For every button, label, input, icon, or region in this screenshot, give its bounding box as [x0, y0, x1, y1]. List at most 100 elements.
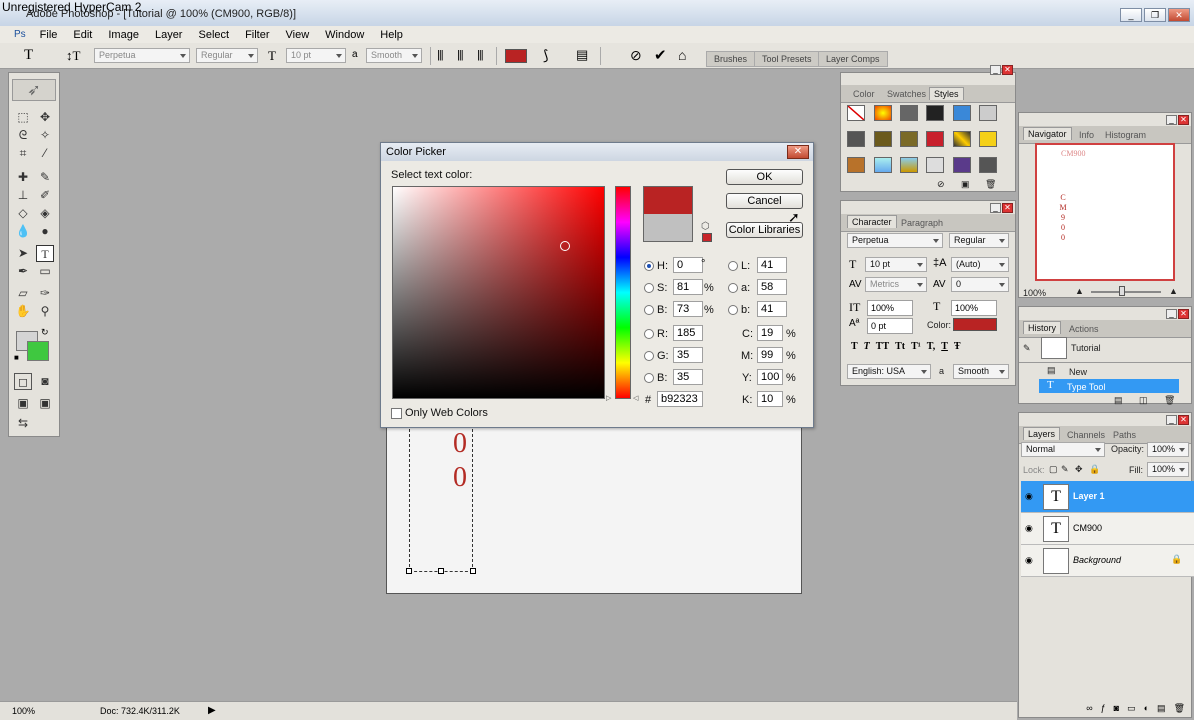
- tab-histogram[interactable]: Histogram: [1101, 129, 1150, 141]
- hue-input[interactable]: 0: [673, 257, 703, 273]
- tab-paragraph[interactable]: Paragraph: [897, 217, 947, 229]
- layer-row[interactable]: ◉ T Layer 1: [1021, 481, 1194, 513]
- zoom-slider-thumb[interactable]: [1119, 286, 1125, 296]
- cyan-input[interactable]: 19: [757, 325, 783, 341]
- menu-image[interactable]: Image: [100, 29, 147, 41]
- document-canvas[interactable]: 0 0: [386, 400, 802, 594]
- eraser-tool-icon[interactable]: ◇: [14, 205, 32, 222]
- new-doc-from-state-icon[interactable]: ▤: [1114, 395, 1123, 406]
- style-swatch[interactable]: [979, 157, 997, 173]
- black-input[interactable]: 10: [757, 391, 783, 407]
- lock-position-icon[interactable]: ✥: [1075, 464, 1083, 475]
- blend-mode-select[interactable]: Normal: [1021, 442, 1105, 457]
- tab-actions[interactable]: Actions: [1065, 323, 1103, 335]
- font-family-select[interactable]: Perpetua: [94, 48, 190, 63]
- web-safe-swatch[interactable]: [702, 233, 712, 242]
- well-tab-tool-presets[interactable]: Tool Presets: [754, 51, 820, 67]
- hue-slider[interactable]: [615, 186, 631, 399]
- style-swatch[interactable]: [874, 131, 892, 147]
- lock-image-icon[interactable]: ✎: [1061, 464, 1069, 475]
- tab-swatches[interactable]: Swatches: [883, 88, 930, 100]
- standard-mode-icon[interactable]: ◻: [14, 373, 32, 390]
- zoom-out-icon[interactable]: ▲: [1075, 286, 1084, 296]
- underline-button[interactable]: T: [941, 341, 948, 352]
- char-font-select[interactable]: Perpetua: [847, 233, 943, 248]
- layer-mask-icon[interactable]: ◙: [1114, 703, 1119, 717]
- style-swatch[interactable]: [953, 157, 971, 173]
- style-swatch[interactable]: [900, 131, 918, 147]
- path-selection-tool-icon[interactable]: ➤: [14, 245, 32, 262]
- panel-close-icon[interactable]: ✕: [1178, 309, 1189, 319]
- green-radio[interactable]: [644, 351, 654, 361]
- orientation-toggle-icon[interactable]: ↕T: [66, 48, 80, 64]
- faux-bold-button[interactable]: T: [851, 341, 858, 352]
- blue-radio[interactable]: [644, 373, 654, 383]
- lock-transparency-icon[interactable]: ▢: [1049, 464, 1058, 475]
- bbox-handle[interactable]: [406, 568, 412, 574]
- char-aa-select[interactable]: Smooth: [953, 364, 1009, 379]
- antialias-select[interactable]: Smooth: [366, 48, 422, 63]
- warp-text-icon[interactable]: ⟆: [543, 47, 548, 64]
- green-input[interactable]: 35: [673, 347, 703, 363]
- current-color-preview[interactable]: [643, 214, 693, 242]
- crop-tool-icon[interactable]: ⌗: [14, 145, 32, 162]
- char-baseline-input[interactable]: 0 pt: [867, 318, 913, 334]
- char-leading-select[interactable]: (Auto): [951, 257, 1009, 272]
- tab-history[interactable]: History: [1023, 321, 1062, 334]
- palettes-toggle-icon[interactable]: ▤: [576, 47, 588, 63]
- new-layer-icon[interactable]: ▤: [1157, 703, 1166, 717]
- layer-row[interactable]: ◉ T CM900: [1021, 513, 1194, 545]
- lock-all-icon[interactable]: 🔒: [1089, 464, 1100, 475]
- delete-state-icon[interactable]: 🗑: [1164, 395, 1175, 406]
- menu-filter[interactable]: Filter: [237, 29, 277, 41]
- history-snapshot[interactable]: Tutorial: [1071, 343, 1101, 353]
- style-swatch[interactable]: [979, 105, 997, 121]
- strikethrough-button[interactable]: Ŧ: [954, 341, 961, 352]
- lab-l-input[interactable]: 41: [757, 257, 787, 273]
- layer-name[interactable]: Layer 1: [1073, 491, 1105, 501]
- navigator-preview[interactable]: CM900 CM900: [1035, 143, 1175, 281]
- lab-a-radio[interactable]: [728, 283, 738, 293]
- tab-character[interactable]: Character: [847, 215, 897, 228]
- new-style-icon[interactable]: ▣: [961, 179, 970, 190]
- history-item-selected[interactable]: [1039, 379, 1179, 393]
- commit-edit-icon[interactable]: ✔: [654, 46, 667, 64]
- link-layers-icon[interactable]: ∞: [1086, 703, 1092, 717]
- red-input[interactable]: 185: [673, 325, 703, 341]
- faux-italic-button[interactable]: T: [864, 341, 870, 352]
- char-hscale-input[interactable]: 100%: [951, 300, 997, 316]
- style-swatch[interactable]: [900, 157, 918, 173]
- superscript-button[interactable]: T¹: [911, 341, 921, 352]
- char-vscale-input[interactable]: 100%: [867, 300, 913, 316]
- eyedropper-tool-icon[interactable]: ✑: [36, 285, 54, 302]
- file-browser-icon[interactable]: ⌂: [678, 47, 686, 63]
- style-swatch[interactable]: [874, 157, 892, 173]
- new-group-icon[interactable]: ▭: [1127, 703, 1136, 717]
- panel-close-icon[interactable]: ✕: [1178, 415, 1189, 425]
- panel-minimize-icon[interactable]: _: [990, 65, 1001, 75]
- text-color-swatch[interactable]: [505, 49, 527, 63]
- font-style-select[interactable]: Regular: [196, 48, 258, 63]
- magenta-input[interactable]: 99: [757, 347, 783, 363]
- saturation-brightness-field[interactable]: [392, 186, 605, 399]
- background-color-swatch[interactable]: [27, 341, 49, 361]
- pen-tool-icon[interactable]: ✒: [14, 263, 32, 280]
- gamut-warning-cube-icon[interactable]: ⬡: [701, 221, 710, 232]
- panel-close-icon[interactable]: ✕: [1178, 115, 1189, 125]
- zoom-tool-icon[interactable]: ⚲: [36, 303, 54, 320]
- minimize-icon[interactable]: _: [1120, 8, 1142, 22]
- close-icon[interactable]: ✕: [1168, 8, 1190, 22]
- visibility-eye-icon[interactable]: ◉: [1025, 555, 1033, 566]
- hex-input[interactable]: b92323: [657, 391, 703, 407]
- history-item-type-tool[interactable]: Type Tool: [1067, 382, 1105, 392]
- new-snapshot-icon[interactable]: ◫: [1139, 395, 1148, 406]
- cancel-edit-icon[interactable]: ⊘: [630, 47, 642, 64]
- saturation-radio[interactable]: [644, 283, 654, 293]
- lab-b-radio[interactable]: [728, 305, 738, 315]
- well-tab-layer-comps[interactable]: Layer Comps: [818, 51, 888, 67]
- bbox-handle[interactable]: [438, 568, 444, 574]
- panel-minimize-icon[interactable]: _: [1166, 415, 1177, 425]
- visibility-eye-icon[interactable]: ◉: [1025, 491, 1033, 502]
- tab-channels[interactable]: Channels: [1063, 429, 1109, 441]
- clone-stamp-tool-icon[interactable]: ⊥: [14, 187, 32, 204]
